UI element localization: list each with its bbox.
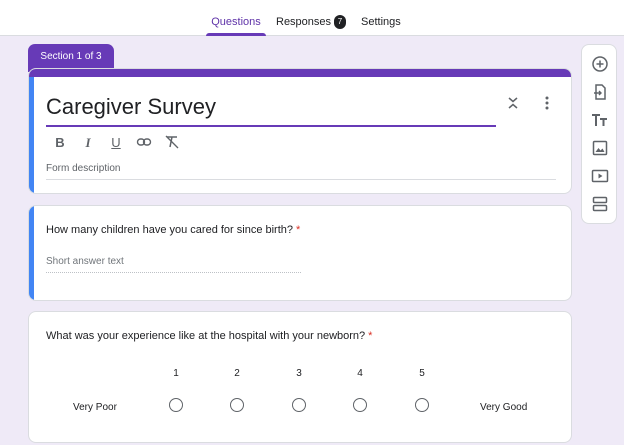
italic-icon[interactable]: I xyxy=(79,134,97,152)
scale-radio-1[interactable] xyxy=(169,398,183,412)
active-card-indicator xyxy=(29,77,34,193)
form-title-input[interactable]: Caregiver Survey xyxy=(46,89,496,127)
question-toolbar xyxy=(581,44,617,224)
scale-radio-3[interactable] xyxy=(292,398,306,412)
scale-radio-5[interactable] xyxy=(415,398,429,412)
scale-radio-2[interactable] xyxy=(230,398,244,412)
title-card-accent-band xyxy=(29,69,571,77)
add-video-icon[interactable] xyxy=(590,166,610,186)
add-question-icon[interactable] xyxy=(590,54,610,74)
scale-number: 5 xyxy=(419,368,425,379)
scale-high-label: Very Good xyxy=(480,402,528,413)
scale-number: 3 xyxy=(296,368,302,379)
import-questions-icon[interactable] xyxy=(590,82,610,102)
tab-questions[interactable]: Questions xyxy=(206,0,266,36)
scale-number: 1 xyxy=(173,368,179,379)
question-text: What was your experience like at the hos… xyxy=(46,330,366,342)
scale-number: 2 xyxy=(234,368,240,379)
add-title-icon[interactable] xyxy=(590,110,610,130)
tab-responses[interactable]: Responses xyxy=(276,0,331,36)
link-icon[interactable] xyxy=(135,134,153,152)
clear-formatting-icon[interactable] xyxy=(163,134,181,152)
short-answer-field[interactable]: Short answer text xyxy=(46,256,301,273)
scale-radio-4[interactable] xyxy=(353,398,367,412)
question-card-hospital-experience[interactable]: What was your experience like at the hos… xyxy=(28,311,572,443)
form-title-card[interactable]: Caregiver Survey B I U Form description xyxy=(28,68,572,194)
more-options-icon[interactable] xyxy=(539,95,555,111)
question-card-children[interactable]: How many children have you cared for sin… xyxy=(28,205,572,301)
question-text: How many children have you cared for sin… xyxy=(46,224,294,236)
top-tab-bar: Questions Responses 7 Settings xyxy=(0,0,624,36)
add-image-icon[interactable] xyxy=(590,138,610,158)
form-description-field[interactable]: Form description xyxy=(46,163,556,180)
active-card-indicator xyxy=(29,206,34,300)
collapse-section-icon[interactable] xyxy=(505,95,521,111)
required-mark: * xyxy=(368,330,373,342)
bold-icon[interactable]: B xyxy=(51,134,69,152)
scale-number: 4 xyxy=(357,368,363,379)
add-section-icon[interactable] xyxy=(590,194,610,214)
question-title: How many children have you cared for sin… xyxy=(46,224,300,236)
responses-count-badge: 7 xyxy=(334,15,346,29)
required-mark: * xyxy=(296,224,301,236)
tab-settings[interactable]: Settings xyxy=(361,0,401,36)
scale-low-label: Very Poor xyxy=(73,402,117,413)
underline-icon[interactable]: U xyxy=(107,134,125,152)
question-title: What was your experience like at the hos… xyxy=(46,330,372,342)
